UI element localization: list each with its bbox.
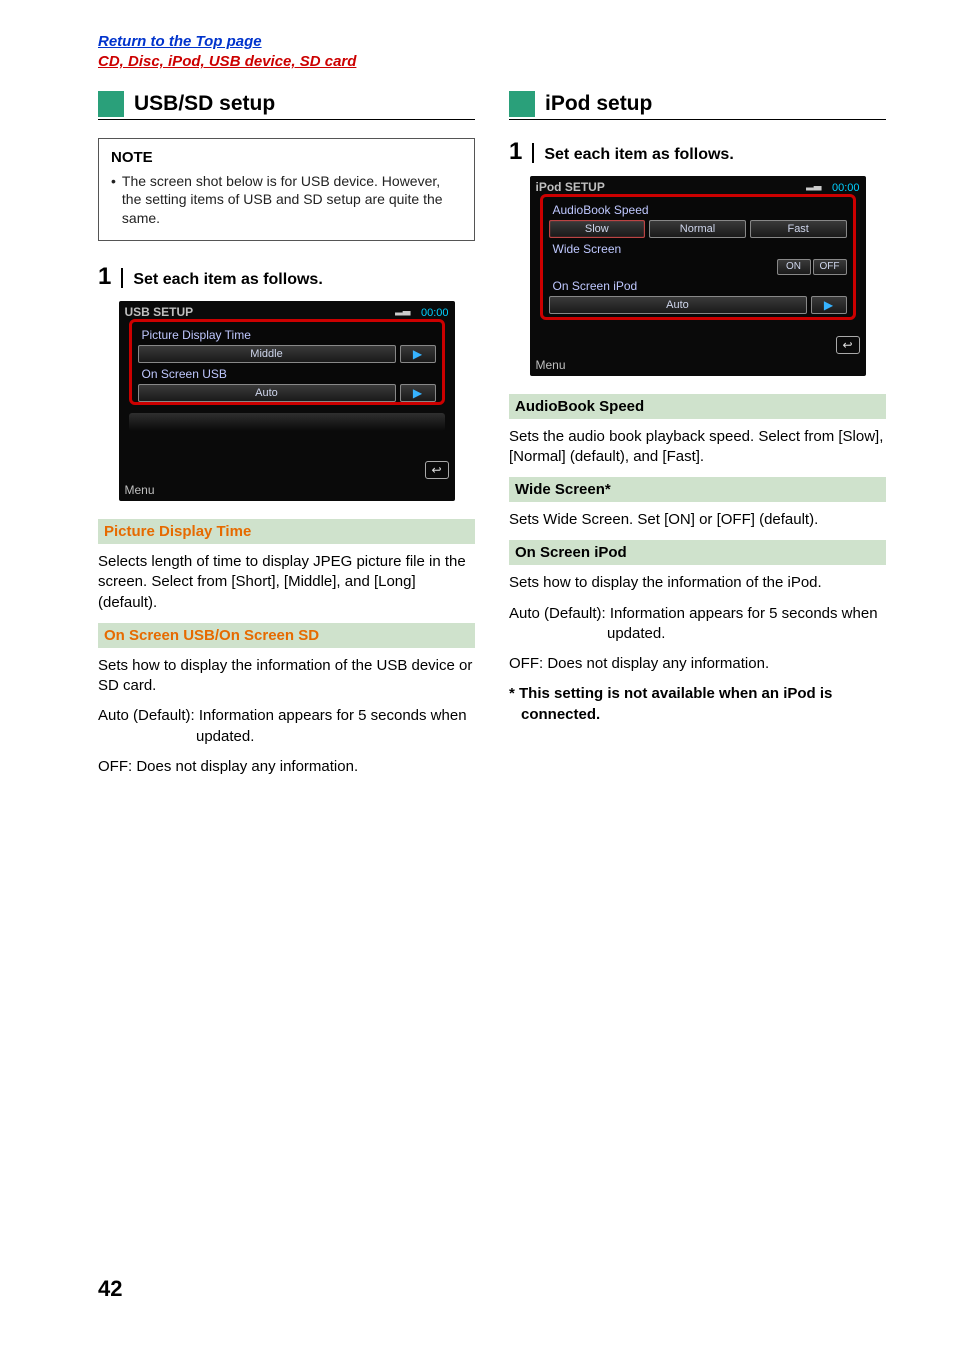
audiobook-speed-label: AudioBook Speed bbox=[553, 203, 847, 217]
back-icon[interactable]: ↩ bbox=[425, 461, 449, 479]
param-body: Sets how to display the information of t… bbox=[509, 573, 886, 593]
highlighted-area: AudioBook Speed Slow Normal Fast Wide Sc… bbox=[540, 194, 856, 320]
ipod-heading: iPod setup bbox=[509, 91, 886, 120]
wide-screen-label: Wide Screen bbox=[553, 242, 847, 256]
step-text: Set each item as follows. bbox=[133, 271, 322, 291]
param-head-picture-display-time: Picture Display Time bbox=[98, 519, 475, 544]
right-column: iPod setup 1 Set each item as follows. i… bbox=[509, 91, 886, 788]
shot-title: USB SETUP bbox=[125, 305, 194, 319]
param-body: Sets Wide Screen. Set [ON] or [OFF] (def… bbox=[509, 510, 886, 530]
menu-button[interactable]: Menu bbox=[536, 358, 566, 372]
param-body: Selects length of time to display JPEG p… bbox=[98, 552, 475, 613]
step-number: 1 bbox=[509, 138, 522, 166]
on-screen-usb-label: On Screen USB bbox=[142, 367, 436, 381]
param-line: Auto (Default): Information appears for … bbox=[509, 604, 886, 645]
param-head-on-screen-ipod: On Screen iPod bbox=[509, 540, 886, 565]
step-text: Set each item as follows. bbox=[544, 146, 733, 166]
heading-square-icon bbox=[98, 91, 124, 117]
heading-square-icon bbox=[509, 91, 535, 117]
note-box: NOTE • The screen shot below is for USB … bbox=[98, 138, 475, 242]
note-body: The screen shot below is for USB device.… bbox=[122, 172, 462, 229]
usb-sd-heading: USB/SD setup bbox=[98, 91, 475, 120]
param-body: Sets the audio book playback speed. Sele… bbox=[509, 427, 886, 468]
shot-time: 00:00 bbox=[832, 182, 860, 194]
param-head-wide-screen: Wide Screen* bbox=[509, 477, 886, 502]
audiobook-fast[interactable]: Fast bbox=[750, 220, 847, 238]
section-link[interactable]: CD, Disc, iPod, USB device, SD card bbox=[98, 53, 356, 70]
param-line: Auto (Default): Information appears for … bbox=[98, 706, 475, 747]
menu-button[interactable]: Menu bbox=[125, 483, 155, 497]
return-link[interactable]: Return to the Top page bbox=[98, 33, 262, 50]
page-number: 42 bbox=[98, 1276, 122, 1302]
back-icon[interactable]: ↩ bbox=[836, 336, 860, 354]
picture-display-time-label: Picture Display Time bbox=[142, 328, 436, 342]
wide-screen-on[interactable]: ON bbox=[777, 259, 811, 275]
audiobook-slow[interactable]: Slow bbox=[549, 220, 646, 238]
footnote: * This setting is not available when an … bbox=[509, 684, 886, 725]
param-head-audiobook-speed: AudioBook Speed bbox=[509, 394, 886, 419]
param-line: OFF: Does not display any information. bbox=[509, 654, 886, 674]
divider-icon bbox=[532, 143, 534, 163]
on-screen-ipod-value[interactable]: Auto bbox=[549, 296, 807, 314]
heading-text: iPod setup bbox=[545, 92, 652, 116]
usb-setup-screenshot: USB SETUP ▂▃ 00:00 Picture Display Time … bbox=[119, 301, 455, 501]
shot-time: 00:00 bbox=[421, 307, 449, 319]
play-icon[interactable]: ▶ bbox=[400, 345, 436, 363]
on-screen-ipod-label: On Screen iPod bbox=[553, 279, 847, 293]
step-1: 1 Set each item as follows. bbox=[509, 138, 886, 166]
highlighted-area: Picture Display Time Middle ▶ On Screen … bbox=[129, 319, 445, 405]
on-screen-usb-value[interactable]: Auto bbox=[138, 384, 396, 402]
play-icon[interactable]: ▶ bbox=[811, 296, 847, 314]
left-column: USB/SD setup NOTE • The screen shot belo… bbox=[98, 91, 475, 788]
antenna-icon: ▂▃ bbox=[806, 180, 821, 191]
wide-screen-off[interactable]: OFF bbox=[813, 259, 847, 275]
play-icon[interactable]: ▶ bbox=[400, 384, 436, 402]
antenna-icon: ▂▃ bbox=[395, 305, 410, 316]
audiobook-normal[interactable]: Normal bbox=[649, 220, 746, 238]
param-line: OFF: Does not display any information. bbox=[98, 757, 475, 777]
param-head-on-screen-usb-sd: On Screen USB/On Screen SD bbox=[98, 623, 475, 648]
bullet-icon: • bbox=[111, 172, 116, 229]
picture-display-time-value[interactable]: Middle bbox=[138, 345, 396, 363]
step-number: 1 bbox=[98, 263, 111, 291]
divider-icon bbox=[121, 268, 123, 288]
top-links: Return to the Top page CD, Disc, iPod, U… bbox=[98, 32, 886, 73]
note-title: NOTE bbox=[111, 149, 462, 166]
heading-text: USB/SD setup bbox=[134, 92, 275, 116]
step-1: 1 Set each item as follows. bbox=[98, 263, 475, 291]
param-body: Sets how to display the information of t… bbox=[98, 656, 475, 697]
shot-title: iPod SETUP bbox=[536, 180, 605, 194]
ipod-setup-screenshot: iPod SETUP ▂▃ 00:00 AudioBook Speed Slow… bbox=[530, 176, 866, 376]
